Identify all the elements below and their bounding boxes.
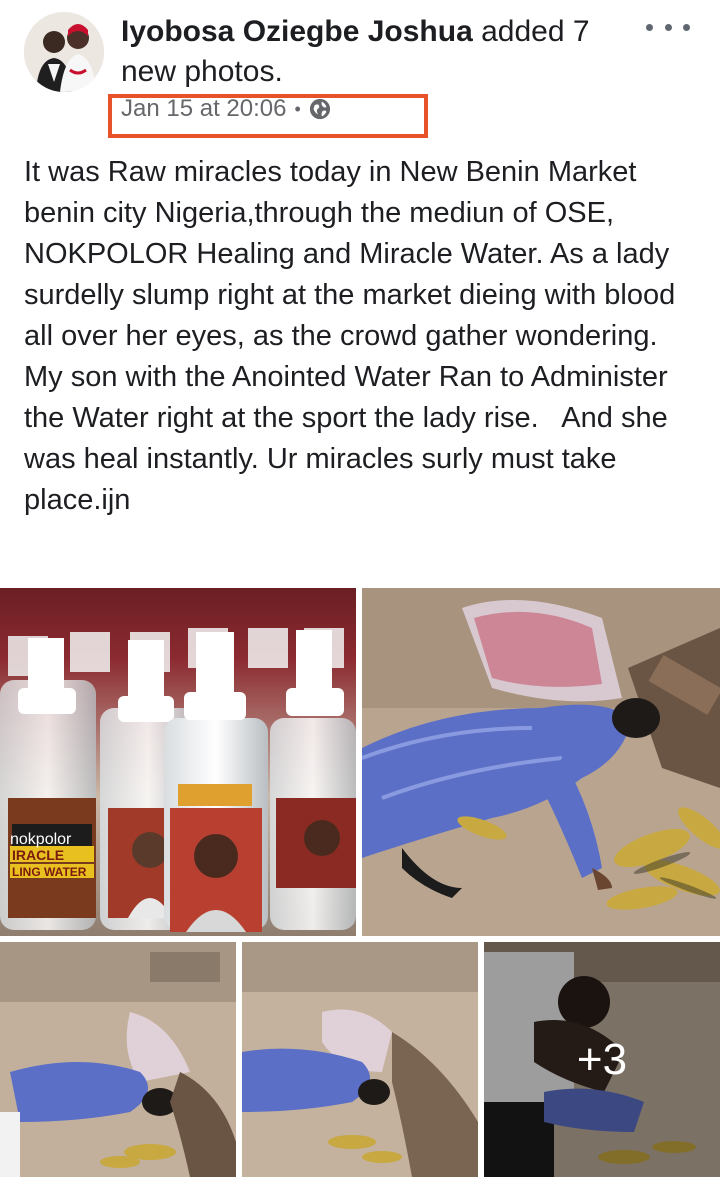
more-dot bbox=[664, 23, 672, 31]
crowd-scene-1-image bbox=[0, 942, 236, 1177]
post-body-text: It was Raw miracles today in New Benin M… bbox=[24, 156, 684, 516]
photo-more-photos[interactable]: +3 bbox=[484, 942, 720, 1177]
post-author-line: Iyobosa Oziegbe Joshua added 7 new photo… bbox=[121, 12, 621, 92]
bottle-label-line1: IRACLE bbox=[12, 847, 64, 863]
more-dot bbox=[683, 23, 690, 31]
crowd-scene-2-image bbox=[242, 942, 478, 1177]
more-photos-overlay[interactable]: +3 bbox=[484, 942, 720, 1177]
author-avatar[interactable] bbox=[24, 12, 104, 92]
avatar-image bbox=[24, 12, 104, 92]
photo-crowd-scene-2[interactable] bbox=[242, 942, 478, 1177]
bottles-image: nokpolor IRACLE LING WATER bbox=[0, 588, 356, 936]
more-photos-count: +3 bbox=[576, 1034, 628, 1084]
photo-lady-on-ground[interactable] bbox=[362, 588, 720, 936]
author-name-link[interactable]: Iyobosa Oziegbe Joshua bbox=[121, 15, 473, 48]
more-horizontal-icon bbox=[646, 23, 653, 31]
bottle-label-brand: nokpolor bbox=[10, 831, 72, 848]
post-header: Iyobosa Oziegbe Joshua added 7 new photo… bbox=[0, 0, 720, 150]
bottle-label-line2: LING WATER bbox=[12, 865, 87, 879]
photo-miracle-water-bottles[interactable]: nokpolor IRACLE LING WATER bbox=[0, 588, 356, 936]
lady-on-ground-image bbox=[362, 588, 720, 936]
more-options-button[interactable] bbox=[646, 14, 690, 40]
timestamp-highlight-annotation bbox=[108, 94, 428, 138]
photo-crowd-scene-1[interactable] bbox=[0, 942, 236, 1177]
